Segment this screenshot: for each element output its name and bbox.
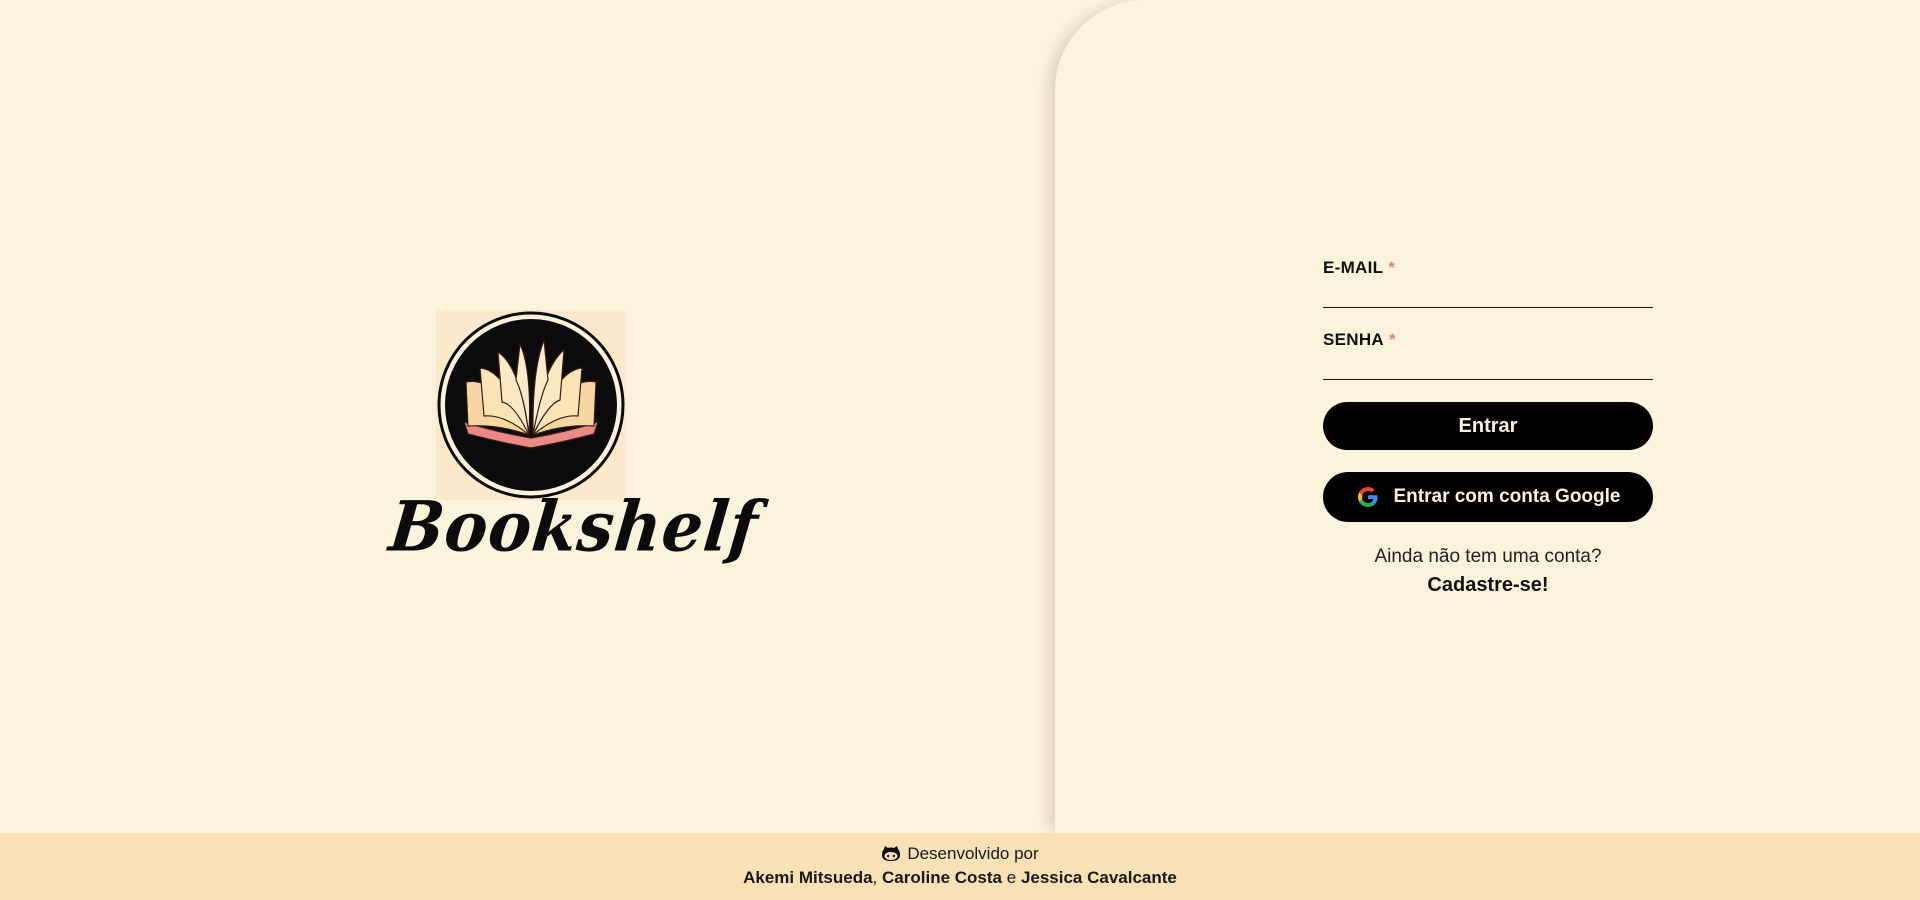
email-label: E-MAIL *: [1323, 258, 1395, 277]
required-mark: *: [1389, 330, 1396, 349]
footer-credit-line: Desenvolvido por: [0, 844, 1920, 864]
password-label-text: SENHA: [1323, 330, 1385, 349]
logo-badge: [436, 310, 626, 500]
author-name: Akemi Mitsueda: [743, 868, 873, 887]
brand-name: Bookshelf: [385, 487, 763, 568]
password-label: SENHA *: [1323, 330, 1396, 349]
login-page: Bookshelf E-MAIL* SENHA* Entrar Entrar: [0, 0, 1920, 900]
footer-authors: Akemi Mitsueda, Caroline Costa e Jessica…: [0, 868, 1920, 888]
google-icon: [1357, 487, 1378, 507]
login-form: E-MAIL * SENHA * Entrar Entrar com conta G…: [1323, 258, 1653, 597]
developed-by-text: Desenvolvido por: [907, 844, 1039, 863]
email-field-group: E-MAIL *: [1323, 258, 1653, 308]
required-mark: *: [1388, 258, 1396, 277]
github-icon: [882, 846, 901, 861]
footer: Desenvolvido por Akemi Mitsueda, Carolin…: [0, 833, 1920, 900]
signup-prompt-block: Ainda não tem uma conta? Cadastre-se!: [1323, 546, 1653, 597]
author-name: Jessica Cavalcante: [1020, 868, 1177, 887]
author-separator: ,: [872, 868, 878, 887]
signup-prompt: Ainda não tem uma conta?: [1374, 546, 1602, 567]
signup-link[interactable]: Cadastre-se!: [1323, 574, 1653, 597]
google-login-label: Entrar com conta Google: [1393, 486, 1621, 507]
login-button[interactable]: Entrar: [1323, 402, 1653, 450]
author-conjunction: e: [1006, 868, 1017, 887]
password-field-group: SENHA *: [1323, 330, 1653, 380]
email-input[interactable]: [1323, 278, 1653, 308]
password-input[interactable]: [1323, 350, 1653, 380]
open-book-icon: [437, 311, 625, 499]
email-label-text: E-MAIL: [1323, 258, 1384, 277]
author-name: Caroline Costa: [882, 868, 1002, 887]
bookshelf-logo: Bookshelf: [386, 300, 762, 600]
google-login-button[interactable]: Entrar com conta Google: [1323, 472, 1653, 522]
brand-panel: Bookshelf: [0, 0, 1055, 833]
